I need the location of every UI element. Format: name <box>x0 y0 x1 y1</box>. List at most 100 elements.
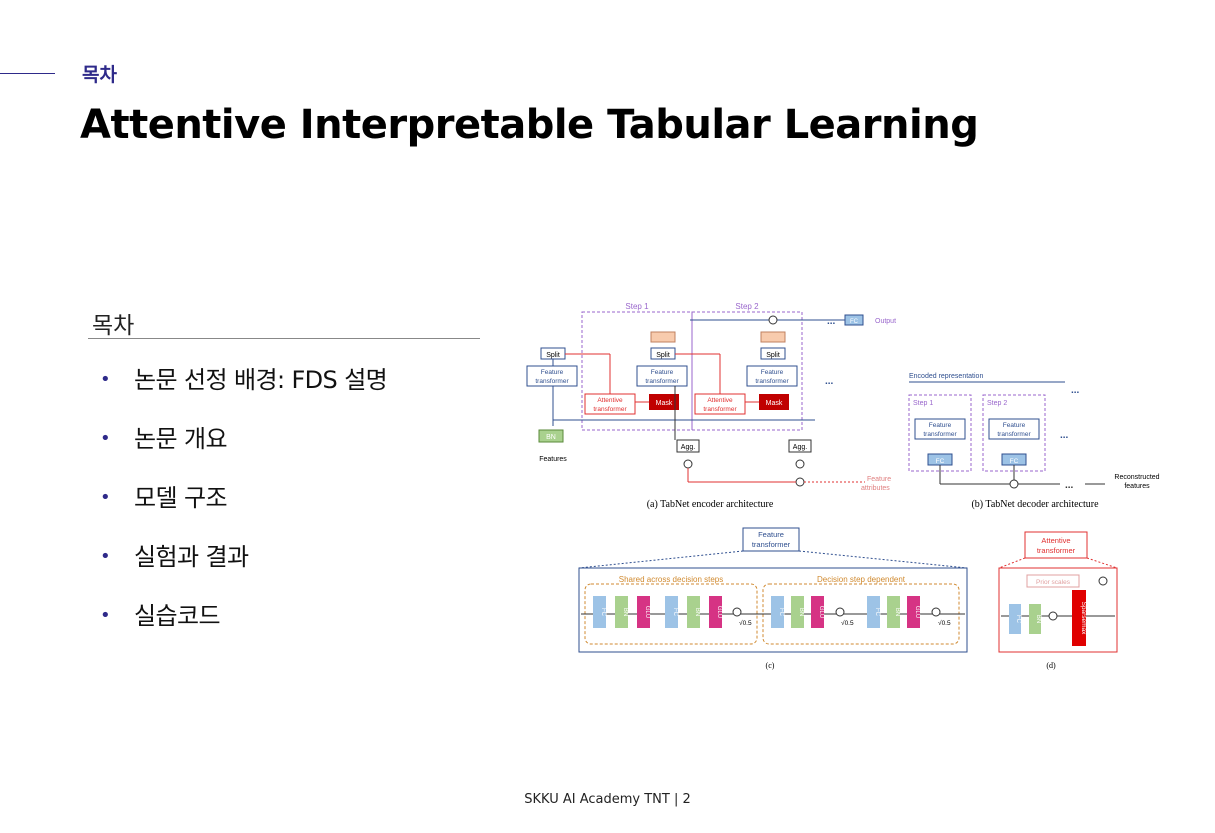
plus-icon <box>1009 479 1019 489</box>
toc-list: • 논문 선정 배경: FDS 설명 • 논문 개요 • 모델 구조 • 실험과 결과 … <box>100 364 388 659</box>
svg-text:Feature: Feature <box>929 422 952 429</box>
attentive-transformer-diagram: Attentive transformer Prior scales FC BN… <box>998 531 1118 670</box>
svg-text:BN: BN <box>546 434 556 441</box>
svg-text:transformer: transformer <box>703 406 737 413</box>
svg-text:Agg.: Agg. <box>793 444 807 451</box>
svg-text:transformer: transformer <box>645 378 679 385</box>
svg-text:transformer: transformer <box>755 378 789 385</box>
svg-text:...: ... <box>1065 480 1074 491</box>
svg-text:transformer: transformer <box>923 431 957 438</box>
svg-text:√0.5: √0.5 <box>938 619 951 627</box>
encoder-diagram: Step 1 Step 2 Split Feature transformer … <box>526 302 896 510</box>
svg-text:FC: FC <box>850 319 859 325</box>
multiply-icon <box>1098 576 1108 586</box>
section-kicker: 목차 <box>82 64 117 86</box>
svg-text:Feature: Feature <box>1003 422 1026 429</box>
c-caption: (c) <box>766 661 775 670</box>
svg-text:BN: BN <box>1035 615 1041 623</box>
plus-icon <box>768 315 778 325</box>
bullet-icon: • <box>100 487 111 508</box>
svg-text:BN: BN <box>894 608 900 616</box>
svg-text:FC: FC <box>672 608 678 617</box>
svg-text:...: ... <box>827 316 836 327</box>
reconstructed-label: Reconstructed <box>1114 474 1159 481</box>
svg-text:FC: FC <box>936 458 945 465</box>
svg-text:Feature: Feature <box>541 369 564 376</box>
zoom-line <box>1086 557 1118 569</box>
svg-text:√0.5: √0.5 <box>841 619 854 627</box>
svg-text:GLU: GLU <box>644 606 650 618</box>
svg-text:Feature: Feature <box>758 530 784 539</box>
encoder-caption: (a) TabNet encoder architecture <box>647 499 774 510</box>
svg-text:Attentive: Attentive <box>1041 536 1070 545</box>
svg-text:...: ... <box>1060 430 1069 441</box>
output-label: Output <box>875 318 896 325</box>
svg-text:Split: Split <box>766 352 780 359</box>
svg-text:Mask: Mask <box>656 400 673 407</box>
svg-text:FC: FC <box>1010 458 1019 465</box>
svg-text:Agg.: Agg. <box>681 444 695 451</box>
toc-item: • 실습코드 <box>100 602 221 630</box>
slide-footer: SKKU AI Academy TNT | 2 <box>524 792 691 807</box>
svg-text:Attentive: Attentive <box>707 397 733 404</box>
svg-text:Feature: Feature <box>761 369 784 376</box>
svg-text:attributes: attributes <box>861 485 890 492</box>
svg-text:GLU: GLU <box>716 606 722 618</box>
svg-text:GLU: GLU <box>914 606 920 618</box>
svg-text:transformer: transformer <box>1037 546 1076 555</box>
relu-box <box>650 331 676 343</box>
decoder-caption: (b) TabNet decoder architecture <box>971 499 1099 510</box>
slide-title: Attentive Interpretable Tabular Learning <box>80 102 979 148</box>
toc-item: • 실험과 결과 <box>100 543 249 571</box>
kicker-rule <box>0 73 55 74</box>
features-label: Features <box>539 456 567 463</box>
toc-item: • 논문 선정 배경: FDS 설명 <box>100 366 388 394</box>
feature-transformer-diagram: Feature transformer Shared across decisi… <box>578 527 968 670</box>
svg-text:BN: BN <box>622 608 628 616</box>
multiply-icon <box>795 459 805 469</box>
svg-text:BN: BN <box>798 608 804 616</box>
multiply-icon <box>1048 611 1058 621</box>
svg-text:transformer: transformer <box>593 406 627 413</box>
toc-item: • 모델 구조 <box>100 484 228 512</box>
svg-text:transformer: transformer <box>535 378 569 385</box>
svg-text:...: ... <box>1071 385 1080 396</box>
bullet-icon: • <box>100 428 111 449</box>
svg-text:FC: FC <box>1015 615 1021 624</box>
shared-label: Shared across decision steps <box>619 575 724 584</box>
toc-divider <box>88 338 480 339</box>
svg-text:features: features <box>1124 483 1150 490</box>
bullet-icon: • <box>100 546 111 567</box>
enc-step2-label: Step 2 <box>735 302 759 311</box>
zoom-line <box>998 557 1026 569</box>
encoded-representation-label: Encoded representation <box>909 373 983 380</box>
svg-text:BN: BN <box>694 608 700 616</box>
svg-text:Mask: Mask <box>766 400 783 407</box>
toc-item: • 논문 개요 <box>100 425 228 453</box>
plus-icon <box>732 607 742 617</box>
bullet-icon: • <box>100 605 111 626</box>
svg-text:Feature: Feature <box>651 369 674 376</box>
svg-text:Split: Split <box>546 352 560 359</box>
svg-text:Split: Split <box>656 352 670 359</box>
zoom-line <box>798 550 968 569</box>
feature-attributes-label: Feature <box>867 476 891 483</box>
plus-icon <box>835 607 845 617</box>
bullet-icon: • <box>100 369 111 390</box>
plus-icon <box>795 477 805 487</box>
svg-text:Attentive: Attentive <box>597 397 623 404</box>
svg-text:GLU: GLU <box>818 606 824 618</box>
svg-text:Prior scales: Prior scales <box>1036 579 1071 586</box>
svg-text:Step 2: Step 2 <box>987 400 1007 407</box>
svg-text:transformer: transformer <box>752 540 791 549</box>
decoder-diagram: Encoded representation ... Step 1 Step 2… <box>908 373 1160 510</box>
zoom-line <box>578 550 744 569</box>
enc-step1-label: Step 1 <box>625 302 649 311</box>
toc-heading: 목차 <box>92 313 135 339</box>
plus-icon <box>931 607 941 617</box>
tabnet-architecture-figure: Step 1 Step 2 Split Feature transformer … <box>526 302 1160 670</box>
dependent-label: Decision step dependent <box>817 575 906 584</box>
svg-text:FC: FC <box>874 608 880 617</box>
svg-text:Step 1: Step 1 <box>913 400 933 407</box>
d-caption: (d) <box>1046 661 1056 670</box>
